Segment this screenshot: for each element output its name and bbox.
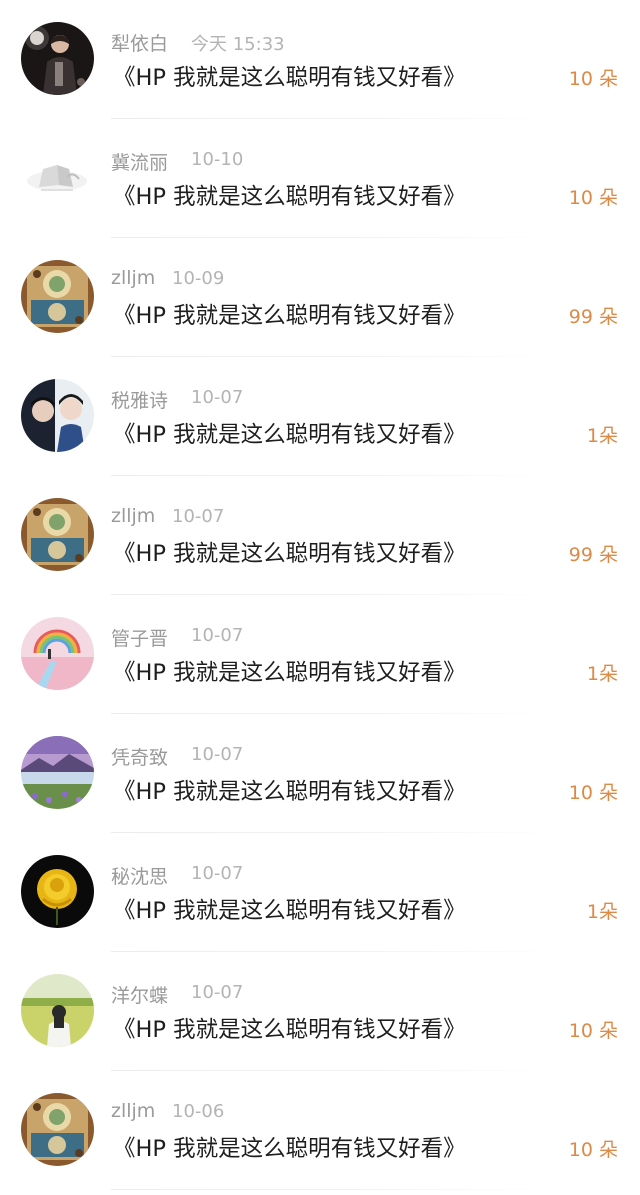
timestamp: 10-07: [191, 387, 244, 408]
flower-count: 99 朵: [568, 544, 618, 566]
timestamp: 10-07: [172, 506, 225, 527]
list-item[interactable]: 犁依白 今天 15:33 《HP 我就是这么聪明有钱又好看》 10 朵: [0, 0, 640, 119]
list-item[interactable]: 管子晋 10-07 《HP 我就是这么聪明有钱又好看》 1朵: [0, 595, 640, 714]
timestamp: 10-10: [191, 149, 244, 170]
list-item[interactable]: 秘沈思 10-07 《HP 我就是这么聪明有钱又好看》 1朵: [0, 833, 640, 952]
performer-avatar-icon[interactable]: [21, 22, 94, 95]
flower-count: 1朵: [586, 425, 618, 447]
book-title: 《HP 我就是这么聪明有钱又好看》: [113, 184, 466, 210]
girl-in-field-avatar-icon[interactable]: [21, 974, 94, 1047]
book-title: 《HP 我就是这么聪明有钱又好看》: [113, 779, 466, 805]
sender-name: 凭奇致: [111, 747, 169, 769]
timestamp: 10-06: [172, 1101, 225, 1122]
flower-count: 10 朵: [568, 187, 618, 209]
gift-list: 犁依白 今天 15:33 《HP 我就是这么聪明有钱又好看》 10 朵 冀流丽 …: [0, 0, 640, 1195]
ornate-art-avatar-icon[interactable]: [21, 1093, 94, 1166]
timestamp: 10-07: [191, 982, 244, 1003]
book-title: 《HP 我就是这么聪明有钱又好看》: [113, 1136, 466, 1162]
sender-name: 秘沈思: [111, 866, 169, 888]
list-item[interactable]: 税雅诗 10-07 《HP 我就是这么聪明有钱又好看》 1朵: [0, 357, 640, 476]
couple-avatar-icon[interactable]: [21, 379, 94, 452]
sender-name: zlljm: [111, 1100, 156, 1122]
ornate-art-avatar-icon[interactable]: [21, 498, 94, 571]
book-title: 《HP 我就是这么聪明有钱又好看》: [113, 541, 466, 567]
flower-count: 10 朵: [568, 782, 618, 804]
timestamp: 今天 15:33: [191, 34, 285, 55]
sender-name: 管子晋: [111, 628, 169, 650]
yellow-rose-avatar-icon[interactable]: [21, 855, 94, 928]
timestamp: 10-09: [172, 268, 225, 289]
book-title: 《HP 我就是这么聪明有钱又好看》: [113, 303, 466, 329]
book-title: 《HP 我就是这么聪明有钱又好看》: [113, 422, 466, 448]
flower-count: 10 朵: [568, 1020, 618, 1042]
list-item[interactable]: 冀流丽 10-10 《HP 我就是这么聪明有钱又好看》 10 朵: [0, 119, 640, 238]
timestamp: 10-07: [191, 744, 244, 765]
list-item[interactable]: zlljm 10-09 《HP 我就是这么聪明有钱又好看》 99 朵: [0, 238, 640, 357]
sender-name: zlljm: [111, 505, 156, 527]
timestamp: 10-07: [191, 863, 244, 884]
book-title: 《HP 我就是这么聪明有钱又好看》: [113, 660, 466, 686]
flower-count: 10 朵: [568, 1139, 618, 1161]
sender-name: 税雅诗: [111, 390, 169, 412]
sketch-avatar-icon[interactable]: [21, 141, 94, 214]
flower-count: 1朵: [586, 663, 618, 685]
list-item[interactable]: zlljm 10-06 《HP 我就是这么聪明有钱又好看》 10 朵: [0, 1071, 640, 1190]
book-title: 《HP 我就是这么聪明有钱又好看》: [113, 898, 466, 924]
list-item[interactable]: 洋尔蝶 10-07 《HP 我就是这么聪明有钱又好看》 10 朵: [0, 952, 640, 1071]
sender-name: 洋尔蝶: [111, 985, 169, 1007]
flower-count: 99 朵: [568, 306, 618, 328]
flower-count: 1朵: [586, 901, 618, 923]
timestamp: 10-07: [191, 625, 244, 646]
list-item[interactable]: 凭奇致 10-07 《HP 我就是这么聪明有钱又好看》 10 朵: [0, 714, 640, 833]
divider: [111, 1189, 640, 1190]
ornate-art-avatar-icon[interactable]: [21, 260, 94, 333]
sender-name: 冀流丽: [111, 152, 169, 174]
rainbow-avatar-icon[interactable]: [21, 617, 94, 690]
book-title: 《HP 我就是这么聪明有钱又好看》: [113, 1017, 466, 1043]
book-title: 《HP 我就是这么聪明有钱又好看》: [113, 65, 466, 91]
sender-name: 犁依白: [111, 33, 169, 55]
flower-count: 10 朵: [568, 68, 618, 90]
lake-landscape-avatar-icon[interactable]: [21, 736, 94, 809]
sender-name: zlljm: [111, 267, 156, 289]
list-item[interactable]: zlljm 10-07 《HP 我就是这么聪明有钱又好看》 99 朵: [0, 476, 640, 595]
